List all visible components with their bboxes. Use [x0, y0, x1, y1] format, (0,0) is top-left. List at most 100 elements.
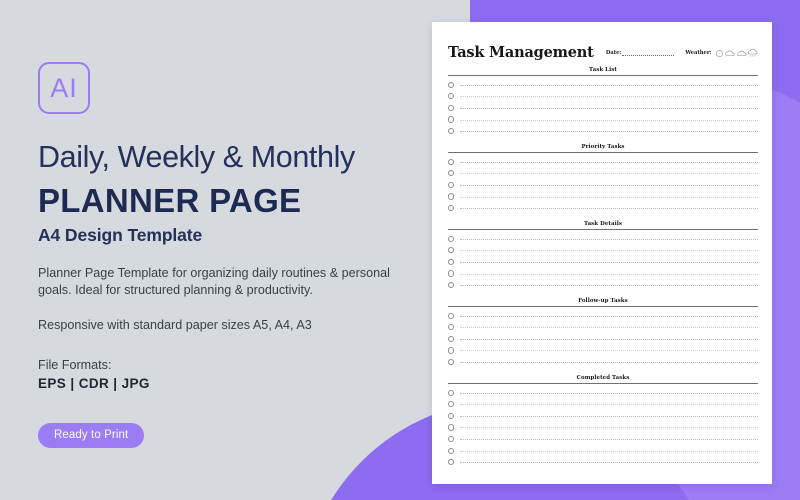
task-checkbox[interactable]: [448, 324, 455, 331]
task-row: [448, 191, 758, 203]
task-checkbox[interactable]: [448, 193, 455, 200]
weather-icon-group: [715, 48, 759, 58]
task-row: [448, 356, 758, 368]
task-checkbox[interactable]: [448, 235, 455, 242]
task-write-line[interactable]: [460, 349, 758, 352]
task-checkbox[interactable]: [448, 459, 455, 466]
task-checkbox[interactable]: [448, 93, 455, 100]
planner-section: Task List: [448, 67, 758, 137]
task-row: [448, 114, 758, 126]
task-checkbox[interactable]: [448, 282, 455, 289]
section-divider: [448, 305, 758, 307]
task-write-line[interactable]: [460, 130, 758, 133]
logo-label: AI: [50, 72, 78, 103]
task-row: [448, 433, 758, 445]
task-checkbox[interactable]: [448, 158, 455, 165]
task-checkbox[interactable]: [448, 347, 455, 354]
date-input[interactable]: [622, 50, 675, 56]
task-row: [448, 322, 758, 334]
task-checkbox[interactable]: [448, 205, 455, 212]
sun-icon[interactable]: [715, 49, 724, 58]
file-formats-label: File Formats:: [38, 358, 112, 372]
task-checkbox[interactable]: [448, 312, 455, 319]
task-write-line[interactable]: [460, 338, 758, 340]
task-checkbox[interactable]: [448, 424, 455, 431]
task-write-line[interactable]: [460, 415, 758, 417]
task-write-line[interactable]: [460, 403, 758, 406]
task-write-line[interactable]: [460, 95, 758, 98]
task-write-line[interactable]: [460, 284, 758, 287]
section-divider: [448, 151, 758, 153]
task-row: [448, 202, 758, 214]
task-checkbox[interactable]: [448, 270, 455, 277]
section-divider: [448, 75, 758, 76]
section-title: Task List: [589, 67, 617, 73]
task-row: [448, 102, 758, 114]
task-write-line[interactable]: [460, 172, 758, 175]
planner-header-fields: Date: Weather:: [606, 48, 758, 60]
task-checkbox[interactable]: [448, 258, 455, 266]
planner-section: Priority Tasks: [448, 144, 758, 214]
task-row: [448, 456, 758, 468]
rain-cloud-icon[interactable]: [748, 48, 758, 58]
task-checkbox[interactable]: [448, 335, 455, 342]
task-write-line[interactable]: [460, 119, 758, 121]
task-write-line[interactable]: [460, 84, 758, 86]
task-checkbox[interactable]: [448, 116, 455, 123]
task-write-line[interactable]: [460, 184, 758, 186]
planner-title: Task Management: [448, 43, 594, 61]
promo-description: Planner Page Template for organizing dai…: [38, 266, 390, 297]
task-write-line[interactable]: [460, 249, 758, 252]
task-checkbox[interactable]: [448, 247, 455, 254]
task-write-line[interactable]: [460, 261, 758, 263]
headline-primary: Daily, Weekly & Monthly: [38, 140, 355, 174]
task-checkbox[interactable]: [448, 412, 455, 419]
task-write-line[interactable]: [460, 461, 758, 464]
task-row: [448, 310, 758, 322]
task-row: [448, 410, 758, 422]
task-write-line[interactable]: [460, 107, 758, 109]
task-checkbox[interactable]: [448, 358, 455, 366]
headline-subtitle: A4 Design Template: [38, 225, 203, 245]
planner-sheet: Task Management Date: Weather: Task List…: [432, 22, 772, 484]
task-write-line[interactable]: [460, 426, 758, 429]
task-checkbox[interactable]: [448, 81, 455, 88]
task-row: [448, 387, 758, 399]
task-checkbox[interactable]: [448, 170, 455, 177]
task-row: [448, 168, 758, 180]
task-checkbox[interactable]: [448, 401, 455, 408]
task-write-line[interactable]: [460, 196, 758, 198]
task-write-line[interactable]: [460, 238, 758, 240]
task-write-line[interactable]: [460, 450, 758, 452]
task-write-line[interactable]: [460, 392, 758, 394]
cloud-icon[interactable]: [736, 49, 747, 58]
task-write-line[interactable]: [460, 207, 758, 210]
task-checkbox[interactable]: [448, 104, 455, 112]
task-row: [448, 156, 758, 168]
task-write-line[interactable]: [460, 315, 758, 317]
task-row: [448, 422, 758, 434]
task-row: [448, 333, 758, 345]
ready-to-print-badge[interactable]: Ready to Print: [38, 423, 145, 448]
task-write-line[interactable]: [460, 161, 758, 163]
responsive-note: Responsive with standard paper sizes A5,…: [38, 318, 312, 332]
task-write-line[interactable]: [460, 438, 758, 441]
task-checkbox[interactable]: [448, 128, 455, 135]
cloud-icon[interactable]: [725, 49, 735, 58]
task-row: [448, 125, 758, 137]
planner-section: Follow-up Tasks: [448, 298, 758, 368]
task-row: [448, 233, 758, 245]
weather-label: Weather:: [685, 50, 712, 56]
task-checkbox[interactable]: [448, 181, 455, 189]
task-checkbox[interactable]: [448, 389, 455, 396]
task-row: [448, 268, 758, 280]
task-row: [448, 445, 758, 457]
task-row: [448, 279, 758, 291]
task-row: [448, 179, 758, 191]
task-checkbox[interactable]: [448, 447, 455, 454]
task-write-line[interactable]: [460, 361, 758, 364]
task-write-line[interactable]: [460, 273, 758, 275]
planner-sections: Task List Priority Tasks Task Details Follo…: [448, 67, 758, 468]
task-write-line[interactable]: [460, 326, 758, 329]
task-checkbox[interactable]: [448, 435, 455, 443]
